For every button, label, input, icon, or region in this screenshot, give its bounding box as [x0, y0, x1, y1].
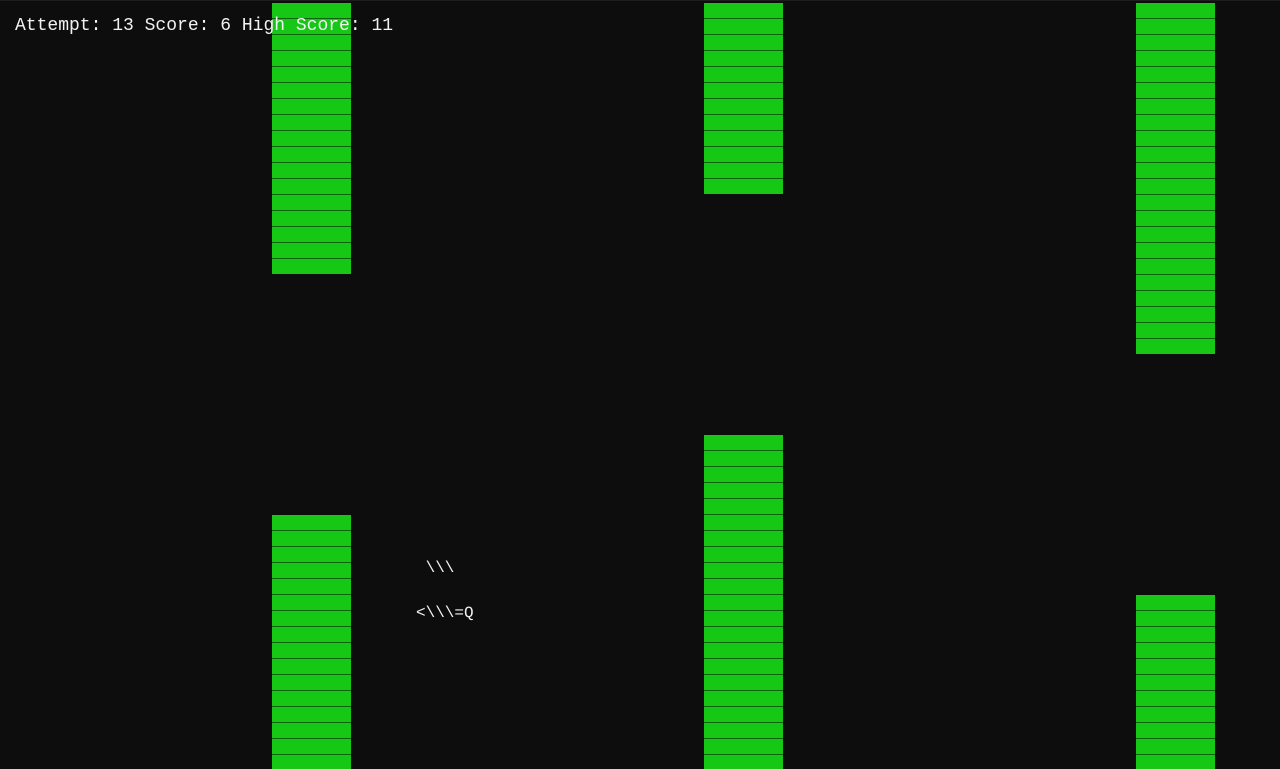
pipe-bottom	[704, 435, 783, 769]
pipe-bottom	[1136, 595, 1215, 769]
player-bird-sprite: \\\ <\\\=Q	[416, 531, 474, 651]
pipe-top	[1136, 3, 1215, 354]
pipe-top	[704, 3, 783, 194]
bird-wing-line: \\\	[416, 559, 455, 577]
game-screen[interactable]: Attempt: 13 Score: 6 High Score: 11 \\\ …	[0, 0, 1280, 769]
pipe-bottom	[272, 515, 351, 769]
bird-body-line: <\\\=Q	[416, 604, 474, 622]
hud-status-text: Attempt: 13 Score: 6 High Score: 11	[15, 16, 394, 36]
pipe-top	[272, 3, 351, 274]
